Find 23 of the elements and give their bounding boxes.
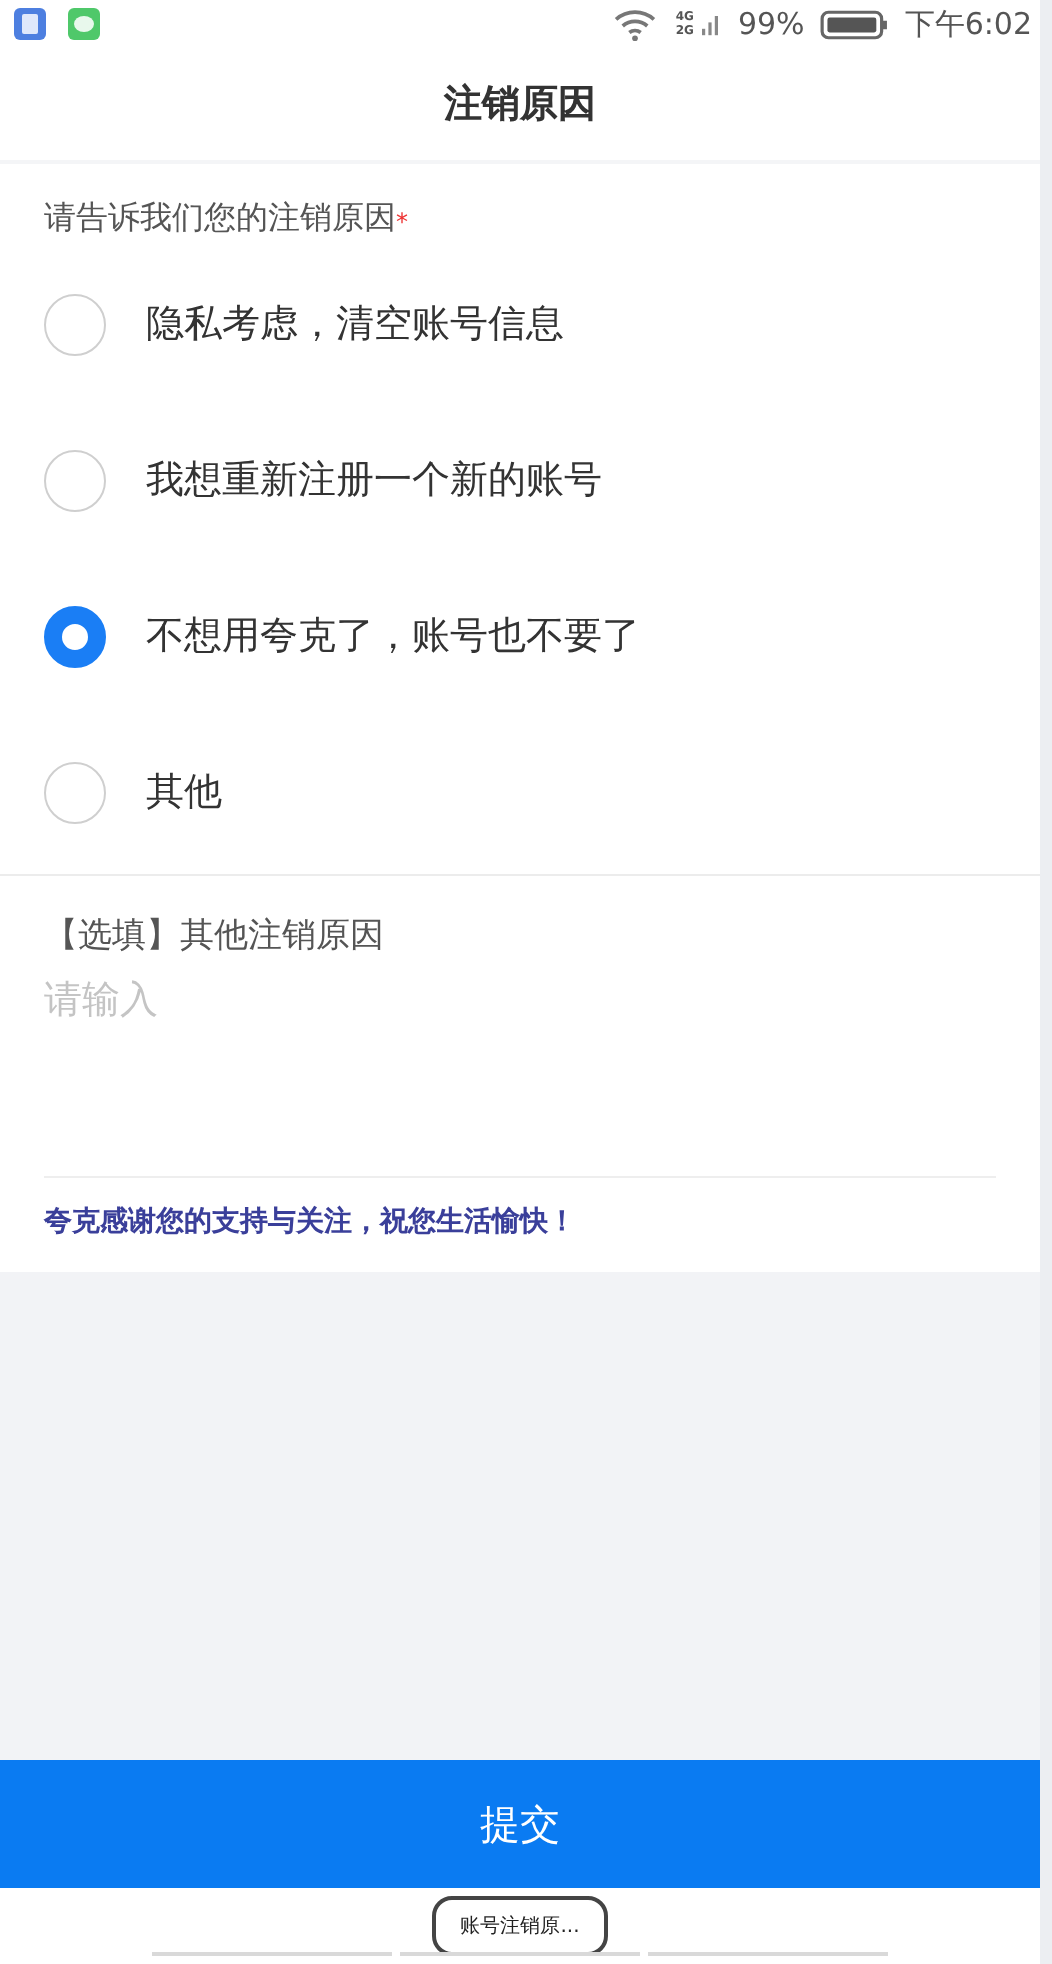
signal-icon — [701, 10, 718, 38]
option-label[interactable]: 不想用夸克了，账号也不要了 — [146, 610, 640, 662]
question-label: 请告诉我们您的注销原因 — [44, 198, 396, 240]
task-label[interactable]: 账号注销原... — [432, 1896, 608, 1956]
input-field[interactable]: 请输入 — [44, 958, 996, 1178]
page-title: 注销原因 — [444, 80, 596, 130]
radio-button[interactable] — [44, 605, 106, 667]
radio-button[interactable] — [44, 761, 106, 823]
option-label[interactable]: 隐私考虑，清空账号信息 — [146, 298, 564, 350]
option-label[interactable]: 我想重新注册一个新的账号 — [146, 454, 602, 506]
wifi-icon — [613, 7, 656, 41]
thanks-message: 夸克感谢您的支持与关注，祝您生活愉快！ — [44, 1206, 576, 1238]
field-label: 【选填】其他注销原因 — [44, 914, 386, 958]
chat-app-icon — [66, 6, 102, 42]
battery-icon — [820, 7, 889, 41]
status-time: 下午6:02 — [904, 5, 1032, 43]
submit-button[interactable]: 提交 — [0, 1760, 1040, 1888]
required-mark: * — [396, 206, 408, 240]
option-label[interactable]: 其他 — [146, 766, 222, 818]
notes-app-icon — [12, 6, 48, 42]
radio-button[interactable] — [44, 449, 106, 511]
radio-button[interactable] — [44, 293, 106, 355]
battery-percent: 99% — [737, 6, 805, 42]
